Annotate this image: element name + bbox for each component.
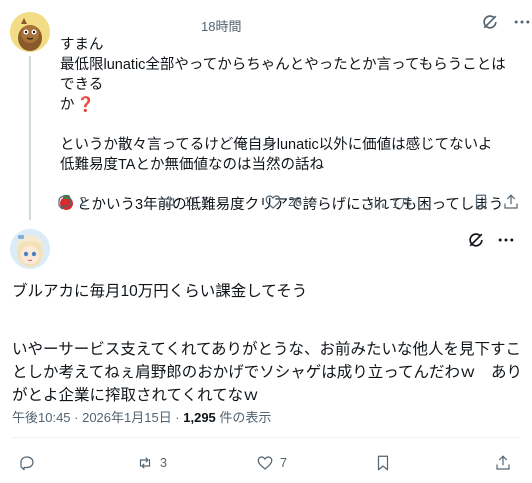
post-paragraph: ブルアカに毎月10万円くらい課金してそう bbox=[12, 283, 308, 300]
repost-icon bbox=[139, 457, 151, 469]
like-button[interactable]: 7 bbox=[256, 452, 287, 474]
bookmark-button[interactable] bbox=[472, 191, 490, 213]
like-button[interactable]: 28 bbox=[264, 191, 302, 213]
like-count: 7 bbox=[280, 456, 287, 470]
post-line: すまん bbox=[60, 37, 104, 53]
grok-icon[interactable] bbox=[480, 12, 502, 34]
post-time[interactable]: 18時間 bbox=[201, 16, 241, 35]
repost-icon bbox=[163, 196, 175, 208]
more-icon[interactable] bbox=[496, 230, 518, 252]
post-text: すまん 最低限lunatic全部やってからちゃんとやったとか言ってもらうことはで… bbox=[60, 35, 515, 215]
reply-button[interactable]: 2 bbox=[56, 191, 87, 213]
avatar[interactable] bbox=[10, 229, 50, 269]
share-icon bbox=[504, 194, 518, 209]
views-button[interactable]: 1万 bbox=[368, 191, 411, 213]
post-line-gap bbox=[60, 115, 515, 135]
like-count: 28 bbox=[288, 195, 302, 209]
repost-button[interactable]: 11 bbox=[160, 191, 197, 213]
views-icon bbox=[371, 196, 384, 208]
share-button[interactable] bbox=[502, 191, 520, 213]
share-button[interactable] bbox=[494, 452, 512, 474]
post-line-text: か bbox=[60, 97, 75, 113]
post-timestamp[interactable]: 午後10:45 · 2026年1月15日 · bbox=[12, 410, 183, 425]
repost-count: 3 bbox=[160, 456, 167, 470]
views-count: 1万 bbox=[392, 196, 412, 211]
question-emoji-icon: ❓ bbox=[76, 97, 95, 113]
heart-icon bbox=[265, 195, 281, 209]
repost-button[interactable]: 3 bbox=[136, 452, 167, 474]
bookmark-icon bbox=[377, 455, 389, 471]
post-line-gap bbox=[12, 303, 522, 326]
post-line-gap bbox=[12, 326, 522, 338]
post-line: いやーサービス支えてくれてありがとうな、お前みたいな他人を見下すこ bbox=[12, 341, 522, 358]
views-label: 件の表示 bbox=[215, 410, 272, 425]
avatar-image bbox=[10, 229, 50, 269]
post-line: というか散々言ってるけど俺自身lunatic以外に価値は感じてないよ bbox=[60, 137, 493, 153]
share-icon bbox=[496, 455, 510, 470]
post-text: ブルアカに毎月10万円くらい課金してそう いやーサービス支えてくれてありがとうな… bbox=[12, 280, 522, 407]
reply-button[interactable] bbox=[18, 452, 36, 474]
post-header bbox=[460, 230, 520, 252]
bookmark-button[interactable] bbox=[374, 452, 392, 474]
post-actions: 2 11 28 1万 bbox=[52, 191, 522, 213]
bookmark-icon bbox=[475, 194, 487, 210]
heart-icon bbox=[257, 456, 273, 470]
avatar-image bbox=[10, 12, 50, 52]
thread-line bbox=[29, 56, 31, 220]
repost-count: 11 bbox=[184, 195, 197, 209]
grok-icon[interactable] bbox=[466, 230, 488, 252]
more-icon[interactable] bbox=[512, 12, 532, 34]
reply-icon bbox=[58, 195, 72, 210]
divider bbox=[12, 437, 520, 438]
avatar[interactable] bbox=[10, 12, 50, 52]
post-actions: 3 7 bbox=[12, 452, 522, 474]
reply-icon bbox=[20, 456, 34, 471]
post-line: がとよ企業に搾取されてくれてなｗ bbox=[12, 387, 259, 404]
post-meta: 午後10:45 · 2026年1月15日 · 1,295 件の表示 bbox=[12, 407, 271, 426]
post-line: か ❓ bbox=[60, 95, 515, 115]
views-count: 1,295 bbox=[183, 410, 216, 425]
post-line: としか考えてねぇ肩野郎のおかげでソシャゲは成り立ってんだわｗ あり bbox=[12, 364, 522, 381]
reply-count: 2 bbox=[80, 195, 87, 209]
post-header: 18時間 bbox=[60, 12, 530, 35]
post-line: 最低限lunatic全部やってからちゃんとやったとか言ってもらうことはできる bbox=[60, 57, 506, 93]
post-line: 低難易度TAとか無価値なのは当然の話ね bbox=[60, 157, 324, 173]
